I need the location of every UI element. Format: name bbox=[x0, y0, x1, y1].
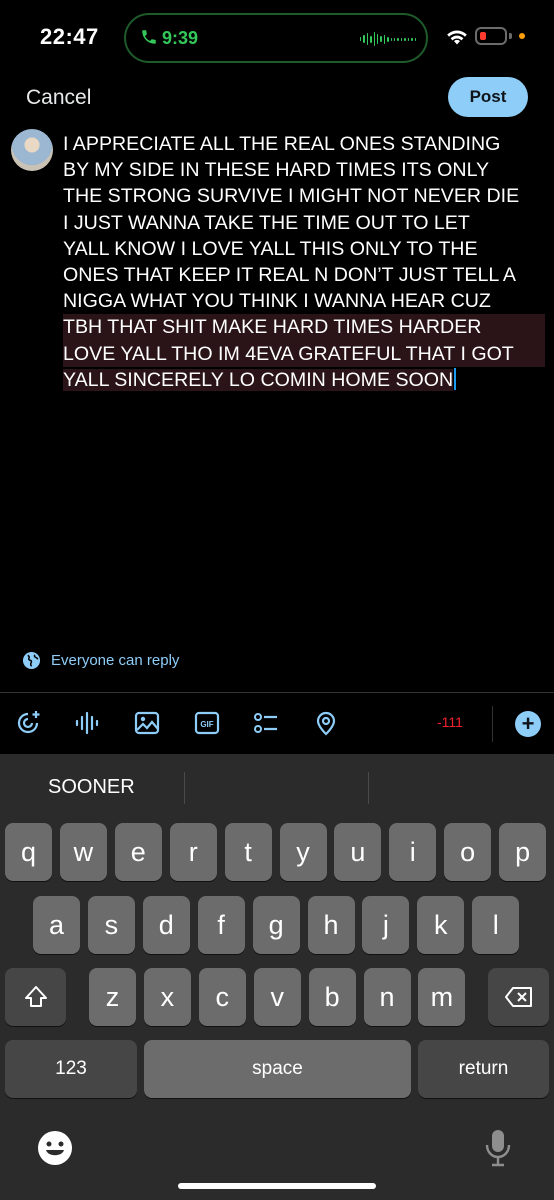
microphone-icon[interactable] bbox=[484, 1128, 512, 1168]
wifi-icon bbox=[447, 30, 467, 45]
backspace-key[interactable] bbox=[488, 968, 549, 1026]
compose-toolbar: GIF bbox=[0, 700, 554, 748]
status-time: 22:47 bbox=[40, 24, 99, 49]
dynamic-island-call[interactable]: 9:39 bbox=[124, 13, 428, 63]
voice-compose-icon[interactable] bbox=[15, 710, 41, 736]
toolbar-divider bbox=[492, 706, 493, 742]
key-k[interactable]: k bbox=[417, 896, 465, 954]
add-thread-icon[interactable]: + bbox=[515, 711, 541, 737]
status-bar: 22:47 9:39 bbox=[0, 0, 554, 78]
reply-setting-label: Everyone can reply bbox=[51, 652, 180, 669]
key-v[interactable]: v bbox=[253, 968, 301, 1026]
key-j[interactable]: j bbox=[362, 896, 410, 954]
key-a[interactable]: a bbox=[33, 896, 80, 954]
globe-icon bbox=[22, 651, 41, 670]
phone-icon bbox=[142, 30, 156, 44]
key-p[interactable]: p bbox=[499, 823, 547, 881]
key-l[interactable]: l bbox=[472, 896, 520, 954]
key-i[interactable]: i bbox=[389, 823, 437, 881]
suggestion-divider bbox=[368, 772, 369, 804]
avatar[interactable] bbox=[11, 129, 53, 171]
key-w[interactable]: w bbox=[59, 823, 107, 881]
key-c[interactable]: c bbox=[198, 968, 246, 1026]
tweet-line: BY MY SIDE IN THESE HARD TIMES ITS ONLY bbox=[63, 159, 490, 182]
key-s[interactable]: s bbox=[87, 896, 135, 954]
call-audio-wave-icon bbox=[360, 31, 416, 47]
tweet-line: I APPRECIATE ALL THE REAL ONES STANDING bbox=[63, 133, 501, 155]
home-indicator bbox=[178, 1183, 376, 1189]
key-q[interactable]: q bbox=[5, 823, 52, 881]
call-duration: 9:39 bbox=[162, 28, 199, 48]
suggestion-bar: SOONER bbox=[0, 754, 554, 820]
location-icon[interactable] bbox=[313, 710, 339, 736]
gif-icon[interactable]: GIF bbox=[194, 710, 220, 736]
tweet-line-overflow: TBH THAT SHIT MAKE HARD TIMES HARDER bbox=[63, 314, 545, 341]
key-z[interactable]: z bbox=[89, 968, 136, 1026]
tweet-line-overflow: YALL SINCERELY LO COMIN HOME SOON bbox=[63, 368, 454, 391]
tweet-line: ONES THAT KEEP IT REAL N DON’T JUST TELL… bbox=[63, 263, 516, 286]
cancel-button[interactable]: Cancel bbox=[26, 86, 91, 110]
tweet-line: YALL KNOW I LOVE YALL THIS ONLY TO THE bbox=[63, 237, 478, 260]
return-key[interactable]: return bbox=[418, 1040, 549, 1098]
tweet-line-overflow: LOVE YALL THO IM 4EVA GRATEFUL THAT I GO… bbox=[63, 340, 545, 367]
key-h[interactable]: h bbox=[307, 896, 355, 954]
key-e[interactable]: e bbox=[114, 823, 162, 881]
divider bbox=[0, 692, 554, 693]
tweet-line: THE STRONG SURVIVE I MIGHT NOT NEVER DIE bbox=[63, 185, 520, 208]
text-cursor bbox=[454, 367, 457, 390]
privacy-indicator-dot bbox=[519, 33, 525, 39]
poll-icon[interactable] bbox=[253, 710, 279, 736]
battery-icon bbox=[475, 27, 507, 45]
key-u[interactable]: u bbox=[334, 823, 382, 881]
space-key[interactable]: space bbox=[144, 1040, 411, 1098]
post-button[interactable]: Post bbox=[448, 77, 528, 117]
key-o[interactable]: o bbox=[444, 823, 492, 881]
tweet-line: NIGGA WHAT YOU THINK I WANNA HEAR CUZ bbox=[63, 290, 491, 313]
reply-setting[interactable]: Everyone can reply bbox=[22, 651, 179, 670]
key-d[interactable]: d bbox=[142, 896, 190, 954]
backspace-icon bbox=[504, 987, 532, 1007]
key-n[interactable]: n bbox=[363, 968, 411, 1026]
character-count: -111 bbox=[437, 714, 463, 730]
key-g[interactable]: g bbox=[252, 896, 300, 954]
tweet-text-input[interactable]: I APPRECIATE ALL THE REAL ONES STANDING … bbox=[63, 131, 545, 393]
battery-nub bbox=[509, 33, 512, 39]
audio-wave-icon[interactable] bbox=[74, 710, 100, 736]
key-f[interactable]: f bbox=[197, 896, 245, 954]
tweet-line-last: YALL SINCERELY LO COMIN HOME SOON bbox=[63, 367, 545, 393]
key-x[interactable]: x bbox=[143, 968, 191, 1026]
image-icon[interactable] bbox=[134, 710, 160, 736]
tweet-line: I JUST WANNA TAKE THE TIME OUT TO LET bbox=[63, 211, 470, 234]
emoji-icon[interactable] bbox=[37, 1130, 73, 1166]
key-r[interactable]: r bbox=[169, 823, 217, 881]
shift-icon bbox=[24, 986, 47, 1007]
suggestion-word[interactable]: SOONER bbox=[48, 776, 135, 799]
key-m[interactable]: m bbox=[418, 968, 466, 1026]
key-t[interactable]: t bbox=[224, 823, 272, 881]
svg-text:GIF: GIF bbox=[200, 720, 213, 729]
suggestion-divider bbox=[184, 772, 185, 804]
shift-key[interactable] bbox=[5, 968, 66, 1026]
key-y[interactable]: y bbox=[279, 823, 327, 881]
key-b[interactable]: b bbox=[308, 968, 356, 1026]
numbers-key[interactable]: 123 bbox=[5, 1040, 137, 1098]
